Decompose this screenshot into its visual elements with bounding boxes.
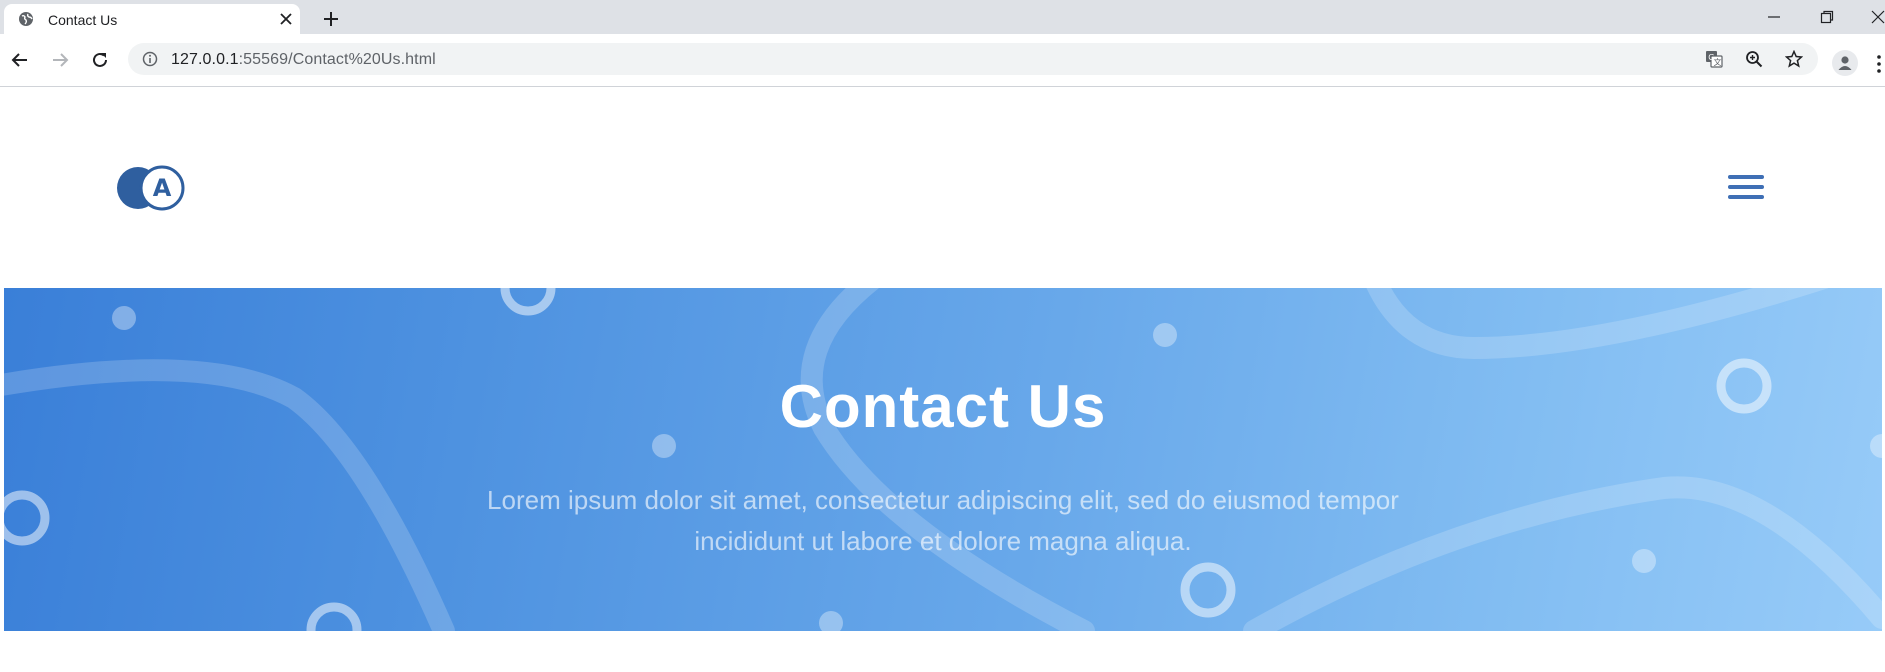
- browser-tabstrip: Contact Us: [0, 0, 1885, 34]
- menu-icon[interactable]: [1876, 54, 1882, 74]
- profile-icon[interactable]: [1832, 50, 1858, 76]
- page-title: Contact Us: [779, 373, 1107, 440]
- site-logo[interactable]: A: [116, 165, 186, 211]
- site-header: A: [0, 87, 1885, 287]
- browser-toolbar: 127.0.0.1:55569/Contact%20Us.html G文: [0, 34, 1885, 87]
- hero-decoration: [4, 288, 1882, 631]
- close-window-icon[interactable]: [1866, 6, 1885, 28]
- info-icon[interactable]: [142, 51, 158, 67]
- globe-icon: [18, 11, 34, 27]
- restore-icon[interactable]: [1815, 6, 1839, 28]
- back-icon[interactable]: [8, 48, 32, 72]
- plus-icon[interactable]: [320, 8, 342, 30]
- hamburger-bar: [1728, 195, 1764, 199]
- star-icon[interactable]: [1784, 49, 1804, 69]
- reload-icon[interactable]: [88, 48, 112, 72]
- tab-title: Contact Us: [48, 12, 118, 28]
- hero-banner: Contact Us Lorem ipsum dolor sit amet, c…: [4, 288, 1882, 631]
- minimize-icon[interactable]: [1762, 6, 1786, 28]
- zoom-icon[interactable]: [1744, 49, 1764, 69]
- hamburger-icon[interactable]: [1728, 175, 1764, 201]
- hamburger-bar: [1728, 175, 1764, 179]
- url-path: :55569/Contact%20Us.html: [238, 51, 436, 68]
- logo-letter: A: [153, 174, 172, 202]
- url-host: 127.0.0.1: [171, 51, 239, 68]
- url-text[interactable]: 127.0.0.1:55569/Contact%20Us.html: [171, 51, 436, 69]
- browser-tab[interactable]: Contact Us: [4, 4, 300, 34]
- hero-description: Lorem ipsum dolor sit amet, consectetur …: [487, 485, 1399, 556]
- hamburger-bar: [1728, 185, 1764, 189]
- close-icon[interactable]: [276, 9, 296, 29]
- address-bar[interactable]: 127.0.0.1:55569/Contact%20Us.html G文: [128, 43, 1818, 75]
- translate-icon[interactable]: G文: [1704, 49, 1724, 69]
- svg-text:文: 文: [1714, 57, 1722, 67]
- forward-icon[interactable]: [48, 48, 72, 72]
